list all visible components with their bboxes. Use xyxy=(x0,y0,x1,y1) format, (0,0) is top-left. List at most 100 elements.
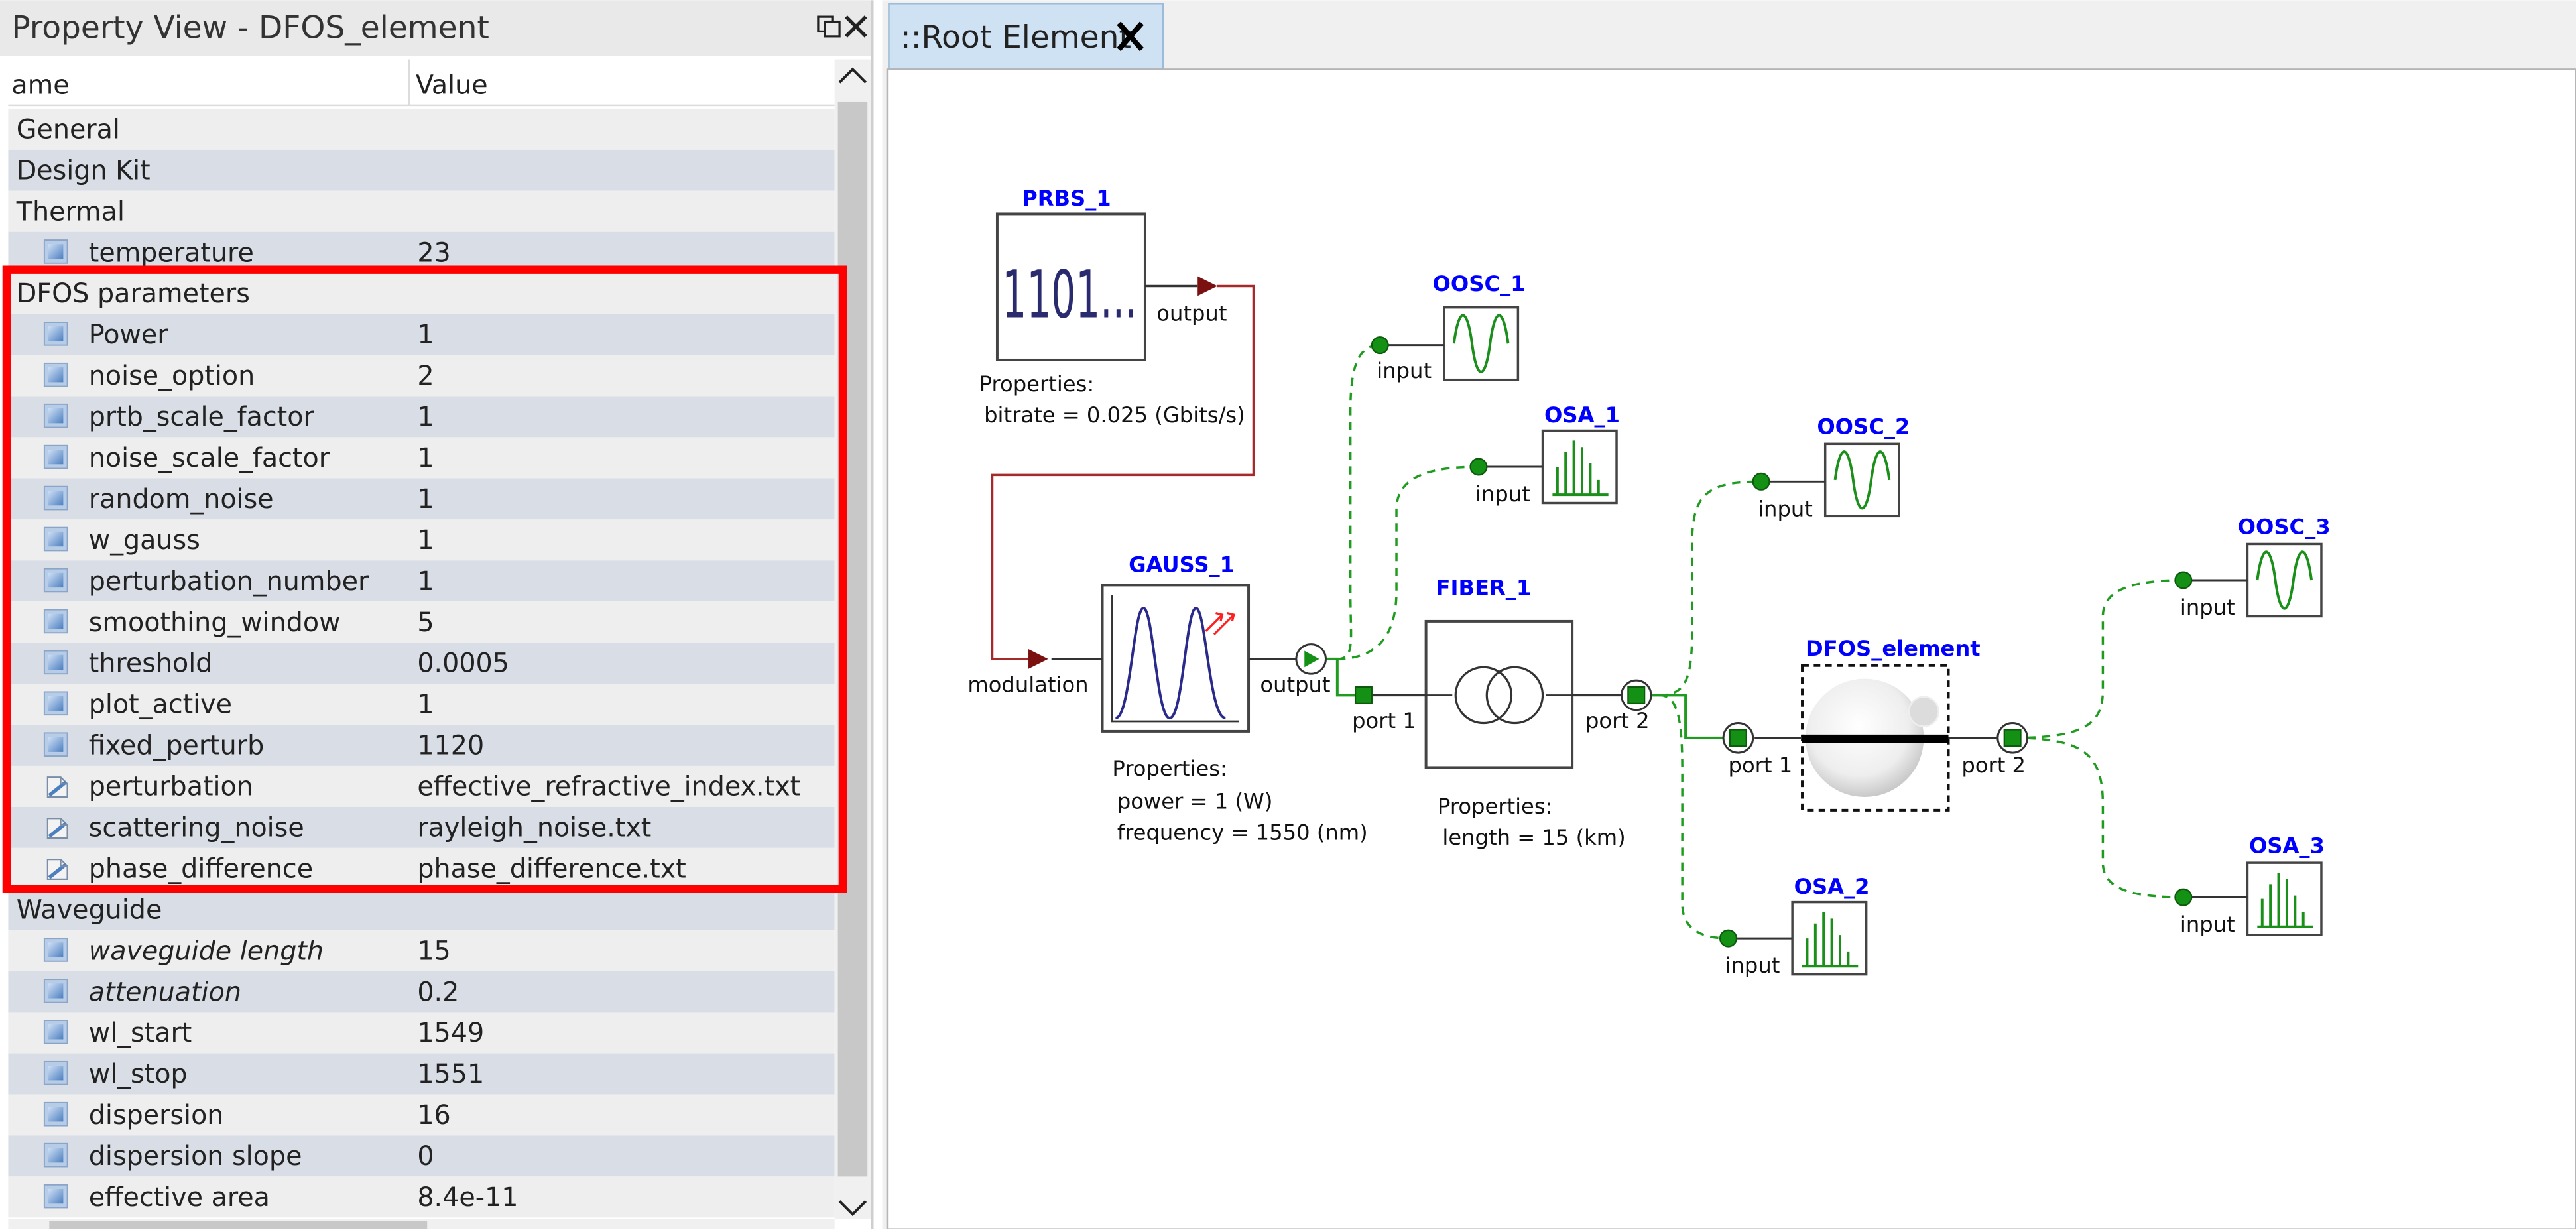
property-row[interactable]: w_gauss 1 xyxy=(8,519,835,561)
input-port-icon[interactable] xyxy=(1371,336,1389,355)
property-value[interactable]: 0.2 xyxy=(417,977,459,1007)
property-row[interactable]: waveguide length 15 xyxy=(8,930,835,971)
square-icon xyxy=(43,568,68,593)
property-value[interactable]: 23 xyxy=(417,237,450,268)
property-value[interactable]: effective_refractive_index.txt xyxy=(417,772,800,802)
property-group-row[interactable]: General xyxy=(8,108,835,150)
property-row[interactable]: perturbation effective_refractive_index.t… xyxy=(8,765,835,807)
property-row[interactable]: effective area 8.4e-11 xyxy=(8,1176,835,1218)
osa3-port-label: input xyxy=(2180,912,2235,937)
property-group-row[interactable]: Waveguide xyxy=(8,889,835,930)
port-1-icon[interactable] xyxy=(1354,686,1373,704)
property-name: attenuation xyxy=(89,977,241,1007)
property-value[interactable]: 0.0005 xyxy=(417,648,509,679)
property-row[interactable]: phase_difference phase_difference.txt xyxy=(8,847,835,889)
name-column-header[interactable]: ame xyxy=(11,70,69,101)
property-row[interactable]: wl_start 1549 xyxy=(8,1012,835,1054)
property-row[interactable]: fixed_perturb 1120 xyxy=(8,725,835,766)
osa1-port-label: input xyxy=(1475,481,1530,507)
port-2-icon[interactable] xyxy=(1620,679,1652,711)
property-row[interactable]: scattering_noise rayleigh_noise.txt xyxy=(8,806,835,848)
input-port-icon[interactable] xyxy=(1719,929,1738,948)
property-name: prtb_scale_factor xyxy=(89,402,315,432)
square-icon xyxy=(43,403,68,428)
property-value[interactable]: 1 xyxy=(417,566,434,597)
square-icon xyxy=(43,609,68,634)
property-value[interactable]: 1120 xyxy=(417,731,484,761)
property-value[interactable]: 1551 xyxy=(417,1059,484,1089)
input-port-icon[interactable] xyxy=(2174,571,2193,589)
schematic-editor: ::Root Element PRBS_1 1101... output Pro… xyxy=(882,0,2576,1230)
prbs-name: PRBS_1 xyxy=(1022,186,1111,211)
file-icon xyxy=(48,859,68,879)
square-icon xyxy=(43,937,68,963)
property-value[interactable]: rayleigh_noise.txt xyxy=(417,812,651,843)
property-name: fixed_perturb xyxy=(89,731,264,761)
prbs-glyph: 1101... xyxy=(1002,257,1136,334)
property-group-row[interactable]: Design Kit xyxy=(8,149,835,191)
gauss-port-out-label: output xyxy=(1260,672,1330,697)
input-port-icon[interactable] xyxy=(2174,888,2193,906)
property-name: effective area xyxy=(89,1182,270,1213)
property-row[interactable]: dispersion 16 xyxy=(8,1094,835,1136)
property-row[interactable]: perturbation_number 1 xyxy=(8,560,835,602)
square-icon xyxy=(43,444,68,469)
property-value[interactable]: 16 xyxy=(417,1100,450,1131)
fiber-name: FIBER_1 xyxy=(1436,575,1531,600)
gauss-port-in-label: modulation xyxy=(967,672,1088,697)
property-row[interactable]: attenuation 0.2 xyxy=(8,971,835,1013)
port-2-icon[interactable] xyxy=(1996,722,2028,754)
prbs-props-title: Properties: xyxy=(979,371,1095,397)
property-name: w_gauss xyxy=(89,525,200,556)
property-group-row[interactable]: DFOS parameters xyxy=(8,273,835,314)
value-column-header[interactable]: Value xyxy=(416,70,488,101)
property-value[interactable]: 1 xyxy=(417,690,434,720)
input-port-icon[interactable] xyxy=(1752,472,1770,491)
fiber-port-in-label: port 1 xyxy=(1352,708,1416,733)
property-value[interactable]: 1 xyxy=(417,525,434,556)
oosc2-port-label: input xyxy=(1758,496,1813,521)
property-name: wl_stop xyxy=(89,1059,188,1089)
property-value[interactable]: 1 xyxy=(417,484,434,515)
property-row[interactable]: noise_option 2 xyxy=(8,355,835,397)
property-value[interactable]: 2 xyxy=(417,361,434,391)
gauss-prop: power = 1 (W) xyxy=(1117,788,1273,814)
group-label: Thermal xyxy=(16,196,125,227)
tab-label[interactable]: ::Root Element xyxy=(900,19,1131,56)
oosc2-name: OOSC_2 xyxy=(1817,414,1910,439)
property-value[interactable]: 8.4e-11 xyxy=(417,1182,518,1213)
property-value[interactable]: 5 xyxy=(417,607,434,638)
property-row[interactable]: smoothing_window 5 xyxy=(8,601,835,643)
property-name: perturbation xyxy=(89,772,253,802)
property-row[interactable]: prtb_scale_factor 1 xyxy=(8,396,835,438)
input-port-icon[interactable] xyxy=(1469,458,1488,476)
property-value[interactable]: 1 xyxy=(417,402,434,432)
horizontal-scrollbar[interactable] xyxy=(8,1219,835,1229)
port-1-icon[interactable] xyxy=(1722,722,1754,754)
property-view-title: Property View - DFOS_element xyxy=(11,9,489,46)
property-row[interactable]: noise_scale_factor 1 xyxy=(8,437,835,479)
file-icon xyxy=(48,818,68,838)
property-row[interactable]: random_noise 1 xyxy=(8,478,835,520)
property-row[interactable]: Power 1 xyxy=(8,314,835,355)
property-value[interactable]: 1 xyxy=(417,443,434,473)
property-value[interactable]: 0 xyxy=(417,1141,434,1172)
property-row[interactable]: wl_stop 1551 xyxy=(8,1053,835,1095)
property-value[interactable]: 1 xyxy=(417,320,434,350)
property-row[interactable]: threshold 0.0005 xyxy=(8,643,835,684)
square-icon xyxy=(43,485,68,511)
dfos-port-out-label: port 2 xyxy=(1961,753,2026,778)
property-group-row[interactable]: Thermal xyxy=(8,190,835,232)
prbs-prop: bitrate = 0.025 (Gbits/s) xyxy=(984,402,1245,428)
square-icon xyxy=(43,1142,68,1168)
property-value[interactable]: 1549 xyxy=(417,1018,484,1048)
property-value[interactable]: 15 xyxy=(417,936,450,966)
square-icon xyxy=(43,732,68,757)
property-view-panel: Property View - DFOS_element ame Value G… xyxy=(0,0,892,1229)
property-row[interactable]: plot_active 1 xyxy=(8,684,835,725)
property-value[interactable]: phase_difference.txt xyxy=(417,853,686,884)
fiber-prop: length = 15 (km) xyxy=(1442,825,1625,850)
square-icon xyxy=(43,1101,68,1127)
property-name: perturbation_number xyxy=(89,566,369,597)
property-row[interactable]: dispersion slope 0 xyxy=(8,1135,835,1177)
